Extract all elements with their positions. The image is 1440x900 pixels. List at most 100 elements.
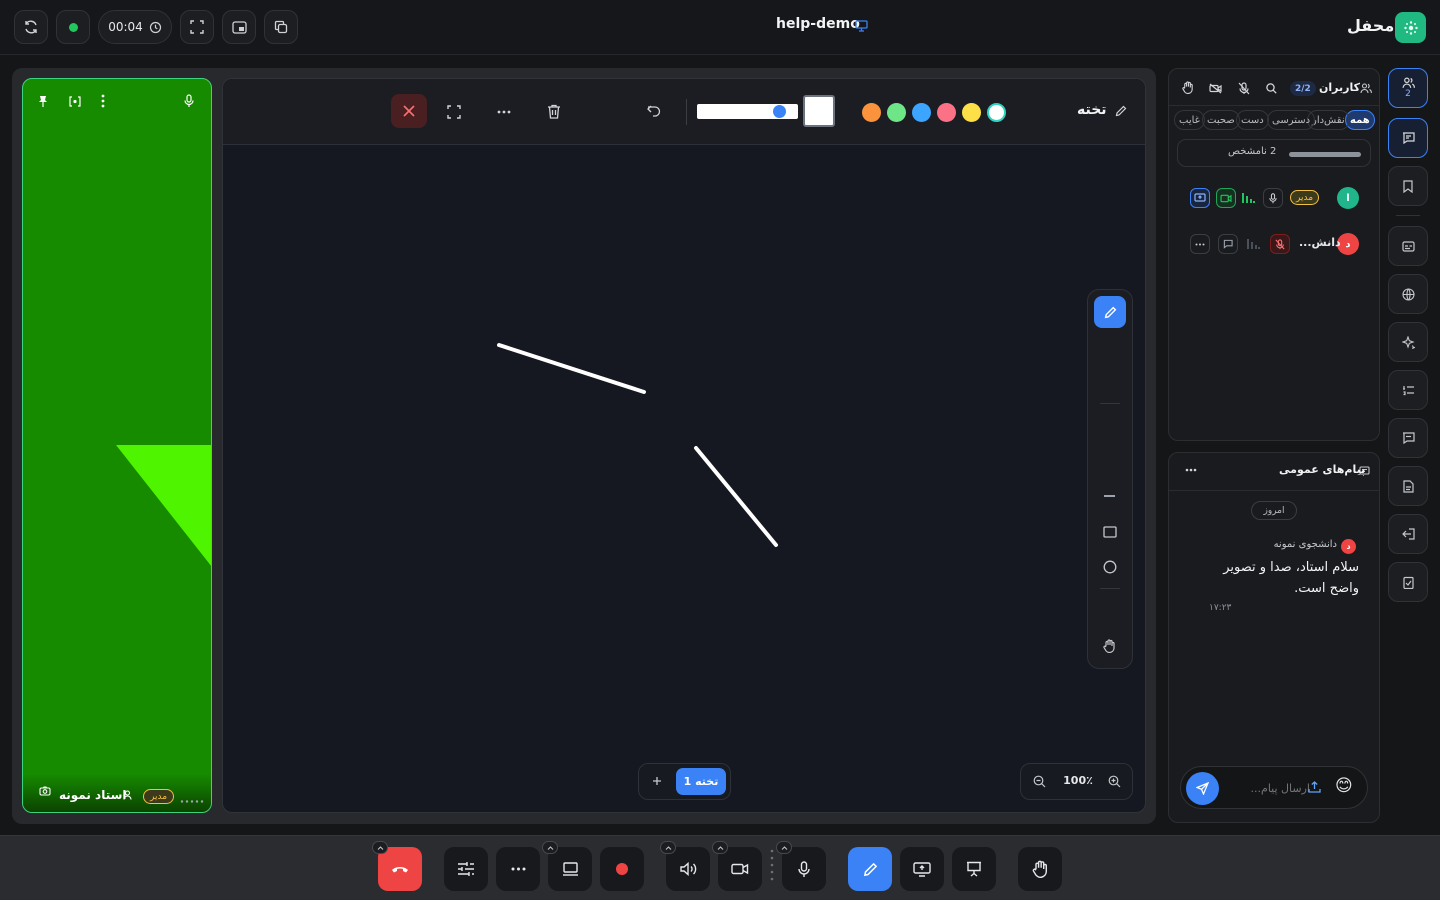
zoom-in-icon[interactable] bbox=[1108, 775, 1121, 788]
upload-icon[interactable] bbox=[1308, 781, 1321, 793]
exit-icon bbox=[1401, 528, 1415, 540]
trash-icon[interactable] bbox=[547, 104, 561, 119]
board-fullscreen-icon[interactable] bbox=[447, 105, 461, 119]
filter-tab[interactable]: صحبت bbox=[1202, 110, 1240, 130]
rail-users-button[interactable]: 2 bbox=[1388, 68, 1428, 108]
search-icon[interactable] bbox=[1266, 83, 1277, 94]
layout-options-caret[interactable] bbox=[542, 841, 558, 854]
captions-icon bbox=[1401, 240, 1415, 252]
leave-options-caret[interactable] bbox=[372, 841, 388, 854]
rail-comments-button[interactable] bbox=[1388, 418, 1428, 458]
raise-hand-icon[interactable] bbox=[1182, 81, 1194, 94]
rail-list-button[interactable] bbox=[1388, 370, 1428, 410]
settings-button[interactable] bbox=[444, 847, 488, 891]
message-icon bbox=[1402, 132, 1415, 144]
page-tab[interactable]: تخته 1 bbox=[676, 768, 726, 795]
filter-tab[interactable]: دسترسی bbox=[1267, 110, 1316, 130]
palette-color-swatch[interactable] bbox=[962, 103, 981, 122]
send-button[interactable] bbox=[1186, 772, 1219, 805]
camera-off-icon[interactable] bbox=[1209, 83, 1222, 94]
pen-tool-button[interactable] bbox=[1094, 296, 1126, 328]
palette-color-swatch[interactable] bbox=[987, 103, 1006, 122]
video-tile[interactable]: استاد نمونه مدیر bbox=[22, 78, 212, 813]
expand-tile-icon[interactable] bbox=[69, 96, 81, 107]
user-screen-button[interactable] bbox=[1190, 188, 1210, 208]
slider-thumb[interactable] bbox=[773, 105, 786, 118]
rail-language-button[interactable] bbox=[1388, 274, 1428, 314]
camera-options-caret[interactable] bbox=[712, 841, 728, 854]
audio-level-icon bbox=[1246, 237, 1260, 249]
share-screen-button[interactable] bbox=[900, 847, 944, 891]
current-color-swatch[interactable] bbox=[803, 95, 835, 127]
leave-call-button[interactable] bbox=[378, 847, 422, 891]
palette-color-swatch[interactable] bbox=[912, 103, 931, 122]
close-icon bbox=[403, 105, 415, 117]
more-horizontal-icon[interactable] bbox=[497, 110, 511, 114]
more-vertical-icon[interactable] bbox=[101, 94, 105, 108]
filter-tab[interactable]: غایب bbox=[1174, 110, 1205, 130]
camera-button[interactable] bbox=[718, 847, 762, 891]
drag-handle-icon[interactable] bbox=[770, 848, 774, 886]
rail-ai-button[interactable] bbox=[1388, 322, 1428, 362]
raise-hand-button[interactable] bbox=[1018, 847, 1062, 891]
mute-all-icon[interactable] bbox=[1238, 82, 1250, 95]
drawn-stroke bbox=[497, 343, 646, 394]
rail-leave-button[interactable] bbox=[1388, 514, 1428, 554]
whiteboard[interactable]: تخته تخته 1 100٪ bbox=[222, 78, 1146, 813]
unknown-users-row[interactable]: 2 نامشخص bbox=[1177, 139, 1371, 167]
drag-handle-icon[interactable] bbox=[180, 799, 204, 804]
comment-icon bbox=[1402, 432, 1415, 444]
more-options-button[interactable] bbox=[496, 847, 540, 891]
rail-chat-button[interactable] bbox=[1388, 118, 1428, 158]
user-camera-button[interactable] bbox=[1216, 188, 1236, 208]
message-time: ۱۷:۲۳ bbox=[1209, 603, 1232, 613]
palette-color-swatch[interactable] bbox=[862, 103, 881, 122]
palette-color-swatch[interactable] bbox=[937, 103, 956, 122]
pen-icon bbox=[1104, 306, 1117, 319]
user-row[interactable]: د دانش... bbox=[1169, 232, 1379, 256]
connection-status-button[interactable] bbox=[56, 10, 90, 44]
hand-tool-icon[interactable] bbox=[1103, 639, 1116, 653]
presentation-button[interactable] bbox=[952, 847, 996, 891]
rail-bookmark-button[interactable] bbox=[1388, 166, 1428, 206]
stroke-width-slider[interactable] bbox=[697, 104, 798, 119]
add-page-icon[interactable] bbox=[652, 776, 662, 786]
rail-tasks-button[interactable] bbox=[1388, 562, 1428, 602]
circle-tool-icon[interactable] bbox=[1103, 560, 1117, 574]
screen-share-icon bbox=[1194, 193, 1206, 203]
record-button[interactable] bbox=[600, 847, 644, 891]
rectangle-tool-icon[interactable] bbox=[1103, 526, 1117, 538]
board-canvas[interactable] bbox=[223, 145, 1146, 813]
filter-tab[interactable]: دست bbox=[1236, 110, 1269, 130]
line-tool-button[interactable] bbox=[1104, 495, 1115, 497]
picture-in-picture-button[interactable] bbox=[222, 10, 256, 44]
layout-button[interactable] bbox=[548, 847, 592, 891]
close-board-button[interactable] bbox=[391, 94, 427, 128]
message-input[interactable] bbox=[1225, 777, 1310, 799]
users-icon bbox=[1401, 77, 1415, 89]
user-chat-button[interactable] bbox=[1218, 234, 1238, 254]
speaker-options-caret[interactable] bbox=[660, 841, 676, 854]
shared-shape-triangle bbox=[116, 445, 211, 566]
copy-link-button[interactable] bbox=[264, 10, 298, 44]
user-mic-button[interactable] bbox=[1270, 234, 1290, 254]
more-horizontal-icon[interactable] bbox=[1185, 468, 1197, 472]
mic-options-caret[interactable] bbox=[776, 841, 792, 854]
user-more-button[interactable] bbox=[1190, 234, 1210, 254]
rail-captions-button[interactable] bbox=[1388, 226, 1428, 266]
fullscreen-button[interactable] bbox=[180, 10, 214, 44]
refresh-button[interactable] bbox=[14, 10, 48, 44]
microphone-button[interactable] bbox=[782, 847, 826, 891]
whiteboard-button[interactable] bbox=[848, 847, 892, 891]
zoom-out-icon[interactable] bbox=[1033, 775, 1046, 788]
pin-icon[interactable] bbox=[37, 95, 49, 108]
globe-icon bbox=[1401, 287, 1415, 301]
user-mic-button[interactable] bbox=[1263, 188, 1283, 208]
emoji-picker-button[interactable]: 😊 bbox=[1335, 776, 1353, 796]
speaker-button[interactable] bbox=[666, 847, 710, 891]
user-row[interactable]: ا مدیر bbox=[1169, 186, 1379, 210]
drawn-stroke bbox=[694, 446, 778, 547]
undo-icon[interactable] bbox=[647, 105, 661, 117]
rail-notes-button[interactable] bbox=[1388, 466, 1428, 506]
palette-color-swatch[interactable] bbox=[887, 103, 906, 122]
